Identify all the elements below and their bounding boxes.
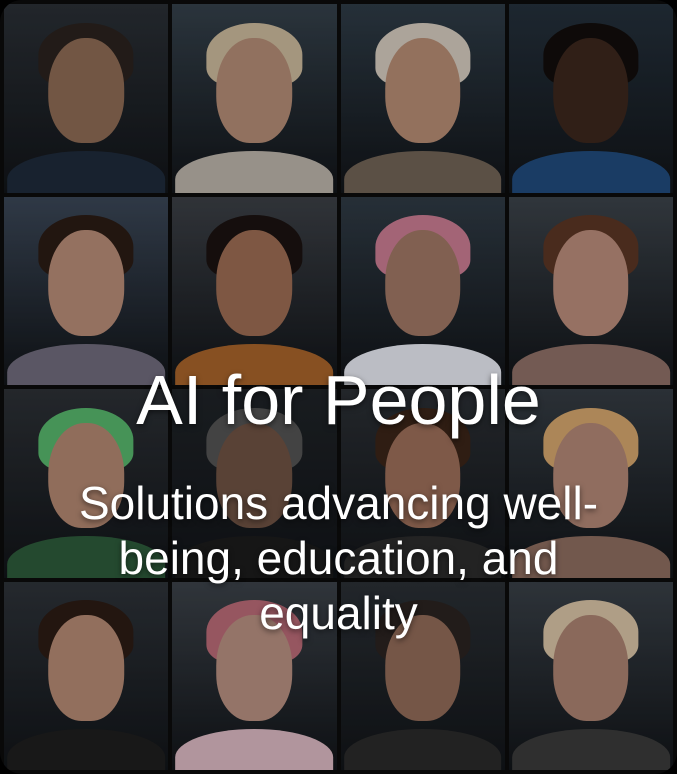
portrait-shoulders	[7, 728, 165, 770]
portrait-shoulders	[512, 728, 670, 770]
portrait-woman-dark-hair	[4, 196, 169, 385]
portrait-man-pink-hair	[340, 196, 505, 385]
portrait-face	[384, 37, 461, 144]
portrait-woman-blonde-short-hair	[172, 4, 337, 193]
hero-subtitle: Solutions advancing well-being, educatio…	[78, 477, 599, 639]
portrait-young-man	[508, 4, 673, 193]
portrait-face	[384, 230, 461, 336]
portrait-shoulders	[343, 728, 502, 770]
portrait-older-man-mustache	[340, 4, 505, 193]
hero-card: AI for People Solutions advancing well-b…	[0, 0, 677, 774]
portrait-shoulders	[175, 151, 334, 193]
portrait-shoulders	[343, 151, 502, 193]
portrait-face	[216, 37, 293, 144]
hero-title: AI for People	[136, 361, 541, 439]
portrait-face	[48, 37, 124, 144]
portrait-shoulders	[7, 151, 165, 193]
portrait-face	[48, 230, 124, 336]
portrait-shoulders	[512, 151, 670, 193]
portrait-face	[553, 37, 629, 144]
portrait-woman-long-dark-hair	[172, 196, 337, 385]
portrait-man-dark-shirt	[4, 4, 169, 193]
portrait-face	[553, 230, 629, 336]
portrait-shoulders	[175, 728, 334, 770]
portrait-face	[216, 230, 293, 336]
portrait-woman-wavy-brown-hair	[508, 196, 673, 385]
